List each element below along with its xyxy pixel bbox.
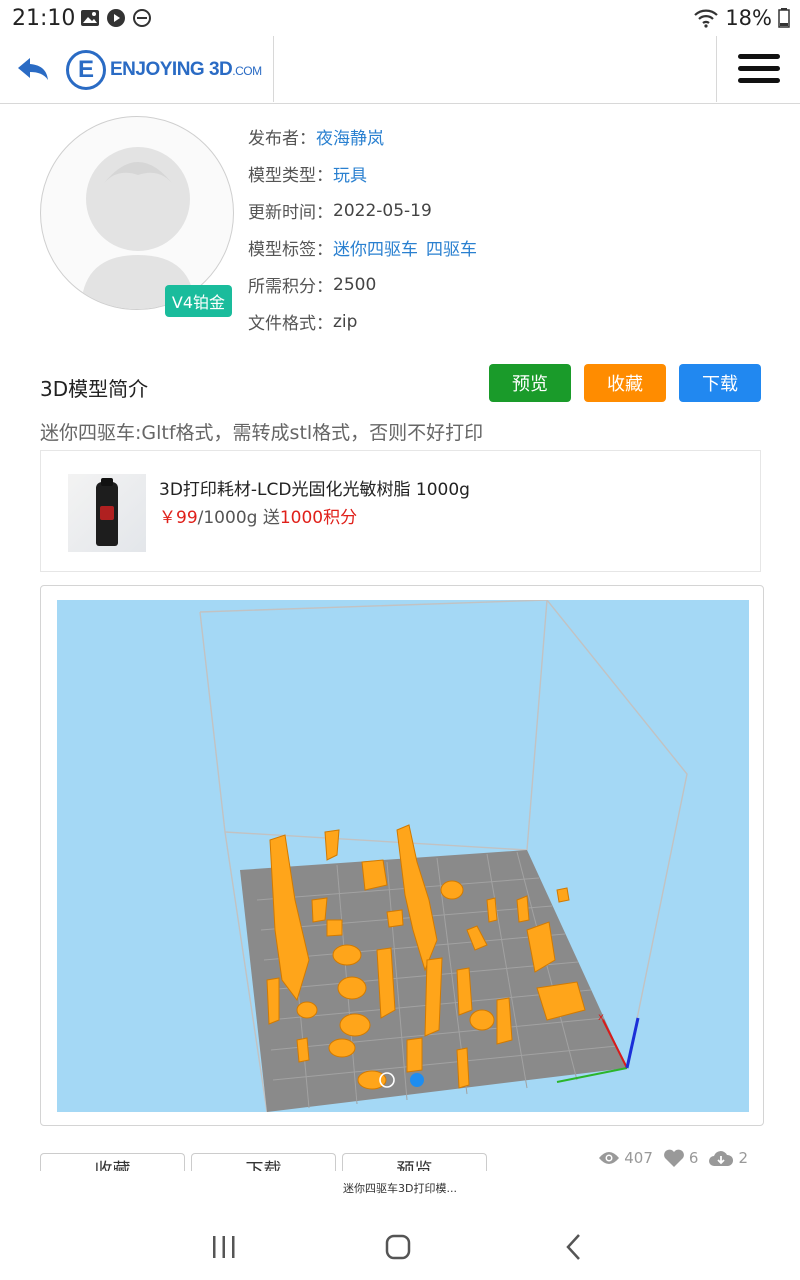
points-label: 所需积分：: [248, 277, 333, 297]
tag-link[interactable]: 迷你四驱车: [333, 235, 418, 260]
logo-name: ENJOYING 3D: [110, 59, 233, 80]
app-header: E ENJOYING 3D.COM: [0, 36, 800, 104]
tags-row: 模型标签： 迷你四驱车 四驱车: [248, 229, 477, 266]
download-button[interactable]: 下载: [679, 364, 761, 402]
updated-label: 更新时间：: [248, 203, 333, 223]
notification-icons: [80, 8, 152, 28]
status-time: 21:10: [12, 6, 76, 31]
format-value: zip: [333, 311, 358, 332]
tab-download[interactable]: 下载: [191, 1153, 336, 1171]
points-value: 2500: [333, 274, 377, 295]
resin-ad-card[interactable]: 3D打印耗材-LCD光固化光敏树脂 1000g ￥99/1000g 送1000积…: [40, 450, 761, 572]
section-title: 3D模型简介: [40, 377, 149, 401]
ad-price: ￥99: [159, 508, 198, 528]
publisher-label: 发布者：: [248, 129, 316, 149]
product-image: [68, 474, 146, 552]
default-avatar-icon: [81, 147, 195, 309]
page-footer-title: 迷你四驱车3D打印模...: [343, 1182, 457, 1195]
ad-bonus: 1000积分: [279, 508, 358, 528]
3d-scene: x: [199, 600, 688, 1112]
ad-unit: /1000g 送: [197, 508, 280, 528]
bottom-tabs: 收藏 下载 预览: [40, 1153, 487, 1171]
header-divider: [273, 36, 274, 102]
favorite-button[interactable]: 收藏: [584, 364, 666, 402]
cloud-download-icon: [709, 1151, 734, 1166]
updated-row: 更新时间： 2022-05-19: [248, 192, 477, 229]
gallery-icon: [81, 10, 99, 26]
views-count: 407: [624, 1149, 653, 1167]
type-row: 模型类型： 玩具: [248, 155, 477, 192]
member-level-badge: V4铂金: [165, 285, 232, 317]
play-icon: [107, 9, 125, 27]
status-bar: 21:10 18%: [0, 0, 800, 36]
site-logo[interactable]: E ENJOYING 3D.COM: [66, 50, 262, 90]
logo-mark: E: [66, 50, 106, 90]
eye-icon: [599, 1152, 620, 1164]
format-row: 文件格式： zip: [248, 303, 477, 340]
wifi-icon: [694, 9, 719, 28]
publisher-link[interactable]: 夜海静岚: [316, 124, 384, 149]
tag-link[interactable]: 四驱车: [426, 235, 477, 260]
updated-value: 2022-05-19: [333, 200, 432, 221]
home-icon[interactable]: [378, 1227, 418, 1267]
status-right: 18%: [693, 6, 790, 30]
minus-circle-icon: [133, 9, 151, 27]
battery-icon: [778, 8, 790, 28]
points-row: 所需积分： 2500: [248, 266, 477, 303]
type-link[interactable]: 玩具: [333, 161, 367, 186]
back-arrow-icon[interactable]: [16, 52, 52, 86]
tags-label: 模型标签：: [248, 240, 333, 260]
ad-price-line: ￥99/1000g 送1000积分: [159, 503, 357, 528]
model-stats: 407 6 2: [598, 1148, 748, 1168]
ad-title: 3D打印耗材-LCD光固化光敏树脂 1000g: [159, 480, 470, 500]
preview-button[interactable]: 预览: [489, 364, 571, 402]
heart-icon: [663, 1149, 684, 1167]
tab-favorite[interactable]: 收藏: [40, 1153, 185, 1171]
tab-preview[interactable]: 预览: [342, 1153, 487, 1171]
hamburger-menu-icon[interactable]: [738, 54, 780, 86]
system-nav-bar: [0, 1205, 800, 1280]
model-info: 发布者： 夜海静岚 模型类型： 玩具 更新时间： 2022-05-19 模型标签…: [248, 118, 477, 340]
downloads-count: 2: [738, 1149, 748, 1167]
avatar[interactable]: [40, 116, 234, 310]
model-viewer-frame: x: [40, 585, 764, 1126]
logo-text: ENJOYING 3D.COM: [110, 59, 262, 81]
type-label: 模型类型：: [248, 166, 333, 186]
svg-text:x: x: [598, 1012, 604, 1023]
logo-letter: E: [77, 56, 94, 83]
publisher-row: 发布者： 夜海静岚: [248, 118, 477, 155]
header-divider: [716, 36, 717, 102]
recent-apps-icon[interactable]: [204, 1227, 244, 1267]
3d-model-viewer[interactable]: x: [57, 600, 749, 1112]
back-icon[interactable]: [554, 1227, 594, 1267]
model-description: 迷你四驱车:Gltf格式，需转成stl格式，否则不好打印: [40, 422, 484, 444]
likes-count: 6: [688, 1149, 699, 1167]
battery-text: 18%: [725, 6, 772, 30]
format-label: 文件格式：: [248, 314, 333, 334]
logo-suffix: .COM: [232, 64, 262, 78]
